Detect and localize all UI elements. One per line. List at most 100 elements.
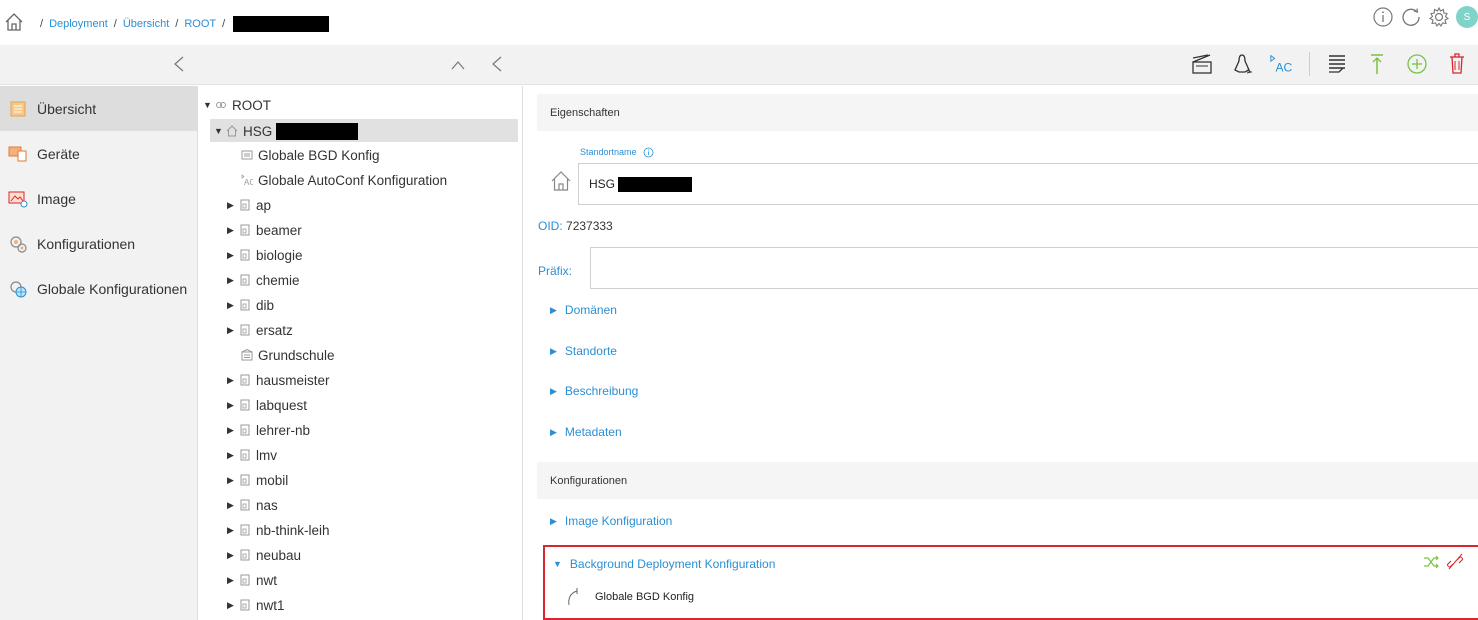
breadcrumb-root[interactable]: ROOT xyxy=(184,18,216,30)
clapperboard-button[interactable] xyxy=(1189,51,1215,77)
properties-header: Eigenschaften xyxy=(537,94,1478,131)
tree-node-lmv[interactable]: ▶ lmv xyxy=(227,444,277,466)
caret-right-icon[interactable]: ▶ xyxy=(227,375,235,386)
caret-right-icon[interactable]: ▶ xyxy=(227,250,235,261)
refresh-icon[interactable] xyxy=(1400,6,1422,28)
caret-right-icon[interactable]: ▶ xyxy=(227,525,235,536)
sidebar-item-uebersicht[interactable]: Übersicht xyxy=(0,86,197,131)
room-icon xyxy=(240,274,250,286)
caret-down-icon[interactable]: ▼ xyxy=(214,126,223,136)
caret-right-icon[interactable]: ▶ xyxy=(227,300,235,311)
gear-icon[interactable] xyxy=(1428,6,1450,28)
chevron-up-icon[interactable] xyxy=(450,59,466,71)
delete-button[interactable] xyxy=(1444,51,1470,77)
tree-node-dib[interactable]: ▶ dib xyxy=(227,294,274,316)
caret-down-icon[interactable]: ▼ xyxy=(203,100,212,110)
info-icon[interactable] xyxy=(1372,6,1394,28)
upload-button[interactable] xyxy=(1364,51,1390,77)
avatar[interactable]: S xyxy=(1456,6,1478,28)
tree-node-hsg[interactable]: ▼ HSG xyxy=(214,120,359,142)
caret-down-icon: ▼ xyxy=(553,559,562,569)
sidebar-item-label: Konfigurationen xyxy=(37,235,136,252)
breadcrumb-deployment[interactable]: Deployment xyxy=(49,18,108,30)
unlink-icon[interactable] xyxy=(1446,553,1464,571)
tree-node-ersatz[interactable]: ▶ ersatz xyxy=(227,319,293,341)
sidebar-item-geraete[interactable]: Geräte xyxy=(0,131,197,176)
bgd-config-toggle[interactable]: ▼ Background Deployment Konfiguration xyxy=(553,557,775,571)
redacted-block xyxy=(618,176,693,192)
home-icon xyxy=(551,171,571,191)
tree-node-nwt1[interactable]: ▶ nwt1 xyxy=(227,594,285,616)
top-right-actions: S xyxy=(1372,6,1478,28)
inheritance-arrow-icon xyxy=(568,588,578,606)
toolbar-actions: AC xyxy=(1189,51,1470,77)
tree-node-ap[interactable]: ▶ ap xyxy=(227,194,271,216)
tree-node-root[interactable]: ▼ ROOT xyxy=(203,94,271,116)
tree-node-beamer[interactable]: ▶ beamer xyxy=(227,219,302,241)
section-beschreibung[interactable]: ▶ Beschreibung xyxy=(550,384,638,398)
caret-right-icon: ▶ xyxy=(550,426,557,437)
tree-node-hausmeister[interactable]: ▶ hausmeister xyxy=(227,369,330,391)
tree-node-grundschule[interactable]: Grundschule xyxy=(241,344,335,366)
sidebar-item-globale-konfigurationen[interactable]: Globale Konfigurationen xyxy=(0,266,197,311)
caret-right-icon[interactable]: ▶ xyxy=(227,600,235,611)
prefix-label: Präfix: xyxy=(538,264,573,278)
svg-text:AC: AC xyxy=(244,178,253,186)
tree-node-mobil[interactable]: ▶ mobil xyxy=(227,469,288,491)
caret-right-icon[interactable]: ▶ xyxy=(227,275,235,286)
tree-node-nwt[interactable]: ▶ nwt xyxy=(227,569,277,591)
home-icon xyxy=(226,125,238,137)
caret-right-icon[interactable]: ▶ xyxy=(227,400,235,411)
room-icon xyxy=(240,249,250,261)
tree-node-neubau[interactable]: ▶ neubau xyxy=(227,544,301,566)
room-icon xyxy=(240,599,250,611)
tree-node-chemie[interactable]: ▶ chemie xyxy=(227,269,300,291)
linux-icon xyxy=(1234,54,1253,74)
autoconf-button[interactable]: AC xyxy=(1269,51,1295,77)
caret-right-icon[interactable]: ▶ xyxy=(227,500,235,511)
caret-right-icon[interactable]: ▶ xyxy=(227,475,235,486)
tree-node-nb-think-leih[interactable]: ▶ nb-think-leih xyxy=(227,519,330,541)
caret-right-icon[interactable]: ▶ xyxy=(227,425,235,436)
site-name-input[interactable]: HSG xyxy=(578,163,1478,205)
caret-right-icon[interactable]: ▶ xyxy=(227,225,235,236)
home-icon[interactable] xyxy=(4,12,24,32)
section-metadaten[interactable]: ▶ Metadaten xyxy=(550,425,622,439)
room-icon xyxy=(240,299,250,311)
linux-button[interactable] xyxy=(1229,51,1255,77)
section-domaenen[interactable]: ▶ Domänen xyxy=(550,303,617,317)
sidebar-item-label: Image xyxy=(37,190,76,207)
site-name-label: Standortname xyxy=(580,147,654,158)
prefix-input[interactable] xyxy=(590,247,1478,289)
image-icon xyxy=(8,189,28,209)
section-standorte[interactable]: ▶ Standorte xyxy=(550,344,617,358)
bgd-config-entry[interactable]: Globale BGD Konfig xyxy=(565,587,694,607)
bgd-config-section: ▼ Background Deployment Konfiguration Gl… xyxy=(543,545,1478,620)
info-icon[interactable] xyxy=(643,147,654,158)
breadcrumb-uebersicht[interactable]: Übersicht xyxy=(123,18,169,30)
caret-right-icon[interactable]: ▶ xyxy=(227,200,235,211)
configurations-icon xyxy=(8,234,28,254)
sidebar-item-image[interactable]: Image xyxy=(0,176,197,221)
tree-node-lehrer-nb[interactable]: ▶ lehrer-nb xyxy=(227,419,310,441)
redacted-block xyxy=(276,122,359,140)
sidebar-item-konfigurationen[interactable]: Konfigurationen xyxy=(0,221,197,266)
room-icon xyxy=(240,324,250,336)
add-button[interactable] xyxy=(1404,51,1430,77)
tree-node-global-bgd[interactable]: Globale BGD Konfig xyxy=(241,144,380,166)
list-button[interactable] xyxy=(1324,51,1350,77)
tree-node-global-autoconf[interactable]: AC Globale AutoConf Konfiguration xyxy=(241,169,447,191)
collapse-tree-icon[interactable] xyxy=(490,55,504,73)
breadcrumb: / Deployment / Übersicht / ROOT / xyxy=(34,16,330,32)
tree-node-nas[interactable]: ▶ nas xyxy=(227,494,278,516)
section-image-konfiguration[interactable]: ▶ Image Konfiguration xyxy=(550,514,672,528)
caret-right-icon[interactable]: ▶ xyxy=(227,575,235,586)
caret-right-icon[interactable]: ▶ xyxy=(227,450,235,461)
sidebar-item-label: Globale Konfigurationen xyxy=(37,280,188,297)
tree-node-labquest[interactable]: ▶ labquest xyxy=(227,394,307,416)
caret-right-icon[interactable]: ▶ xyxy=(227,550,235,561)
caret-right-icon[interactable]: ▶ xyxy=(227,325,235,336)
shuffle-icon[interactable] xyxy=(1422,553,1440,571)
collapse-sidebar-icon[interactable] xyxy=(172,55,186,73)
tree-node-biologie[interactable]: ▶ biologie xyxy=(227,244,303,266)
